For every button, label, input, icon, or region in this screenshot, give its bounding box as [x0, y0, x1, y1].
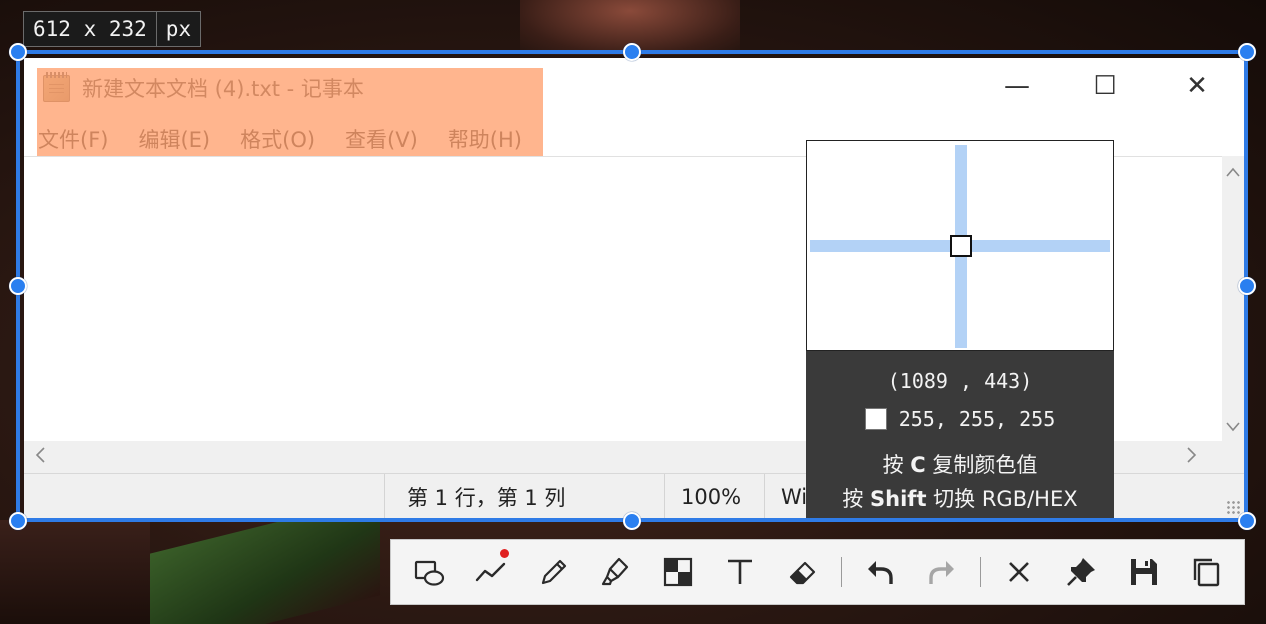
text-tool[interactable] — [716, 547, 764, 597]
minimize-button[interactable]: — — [994, 66, 1040, 106]
hint-text: 复制颜色值 — [925, 453, 1038, 477]
selection-size-text: 612 x 232 — [33, 17, 147, 41]
zoom-level: 100% — [664, 474, 764, 519]
resize-handle-top[interactable] — [623, 43, 641, 61]
mosaic-tool[interactable] — [654, 547, 702, 597]
maximize-icon: ☐ — [1093, 71, 1117, 101]
polyline-icon — [476, 562, 506, 582]
copy-color-hint: 按 C 复制颜色值 — [806, 449, 1114, 479]
hint-key: Shift — [870, 487, 927, 511]
copy-button[interactable] — [1182, 547, 1230, 597]
color-value-row: 255, 255, 255 — [806, 407, 1114, 431]
redo-icon — [929, 561, 954, 584]
title-bar[interactable]: 新建文本文档 (4).txt - 记事本 — ☐ ✕ — [24, 58, 1244, 116]
menu-help[interactable]: 帮助(H) — [448, 118, 522, 154]
annotation-toolbar — [390, 539, 1245, 605]
cancel-button[interactable] — [995, 547, 1043, 597]
hint-text: 按 — [882, 453, 911, 477]
magnifier-view — [806, 140, 1114, 351]
hint-text: 按 — [842, 487, 871, 511]
resize-handle-right[interactable] — [1238, 277, 1256, 295]
magnifier-info: (1089 , 443) 255, 255, 255 按 C 复制颜色值 按 S… — [806, 351, 1114, 518]
rgb-value: 255, 255, 255 — [898, 407, 1056, 431]
scroll-up-icon[interactable] — [1225, 166, 1241, 178]
text-icon — [728, 559, 753, 584]
undo-icon — [867, 561, 893, 584]
shapes-icon — [415, 560, 445, 586]
scrollbar-corner — [1222, 441, 1244, 473]
crosshair-center — [950, 235, 972, 257]
pencil-icon — [541, 559, 566, 585]
menu-format[interactable]: 格式(O) — [240, 118, 315, 154]
toolbar-separator — [980, 557, 982, 587]
mosaic-icon — [663, 557, 693, 587]
minimize-icon: — — [1004, 71, 1030, 101]
notepad-icon — [43, 72, 70, 102]
maximize-button[interactable]: ☐ — [1082, 66, 1128, 106]
resize-handle-bottom-left[interactable] — [9, 512, 27, 530]
resize-handle-bottom[interactable] — [623, 512, 641, 530]
marker-tool[interactable] — [592, 547, 640, 597]
save-icon — [1130, 559, 1157, 585]
eraser-tool[interactable] — [778, 547, 826, 597]
resize-grip-icon[interactable] — [1226, 500, 1240, 514]
save-button[interactable] — [1120, 547, 1168, 597]
cursor-coordinates: (1089 , 443) — [887, 369, 1033, 393]
close-icon — [1009, 562, 1030, 582]
close-icon: ✕ — [1186, 71, 1208, 101]
rectangle-ellipse-tool[interactable] — [405, 547, 453, 597]
resize-handle-bottom-right[interactable] — [1238, 512, 1256, 530]
hint-key: C — [910, 453, 926, 477]
toggle-format-hint: 按 Shift 切换 RGB/HEX — [806, 483, 1114, 513]
resize-handle-left[interactable] — [9, 277, 27, 295]
eraser-icon — [789, 561, 815, 585]
color-picker-magnifier: (1089 , 443) 255, 255, 255 按 C 复制颜色值 按 S… — [806, 140, 1114, 518]
toolbar-separator — [840, 557, 842, 587]
menu-edit[interactable]: 编辑(E) — [138, 118, 210, 154]
color-swatch — [864, 408, 887, 430]
pin-icon — [1067, 558, 1096, 586]
line-tool[interactable] — [467, 547, 515, 597]
menu-file[interactable]: 文件(F) — [38, 118, 108, 154]
window-title: 新建文本文档 (4).txt - 记事本 — [82, 77, 364, 101]
scroll-right-icon[interactable] — [1186, 446, 1198, 464]
cursor-position: 第 1 行，第 1 列 — [384, 474, 664, 519]
redo-button[interactable] — [918, 547, 966, 597]
resize-handle-top-right[interactable] — [1238, 43, 1256, 61]
highlighter-icon — [601, 557, 628, 586]
scroll-down-icon[interactable] — [1225, 421, 1241, 433]
pen-tool[interactable] — [529, 547, 577, 597]
selection-size-label: 612 x 232 px — [23, 11, 202, 47]
resize-handle-top-left[interactable] — [9, 43, 27, 61]
pin-button[interactable] — [1057, 547, 1105, 597]
vertical-scrollbar[interactable] — [1222, 156, 1244, 441]
hint-text: 切换 RGB/HEX — [926, 487, 1078, 511]
background-dark-region — [0, 520, 150, 624]
menu-bar: 文件(F) 编辑(E) 格式(O) 查看(V) 帮助(H) — [38, 118, 522, 154]
undo-button[interactable] — [856, 547, 904, 597]
selection-size-unit[interactable]: px — [155, 12, 200, 46]
scroll-left-icon[interactable] — [34, 446, 46, 464]
copy-icon — [1193, 558, 1220, 587]
close-button[interactable]: ✕ — [1174, 66, 1220, 106]
menu-view[interactable]: 查看(V) — [345, 118, 418, 154]
